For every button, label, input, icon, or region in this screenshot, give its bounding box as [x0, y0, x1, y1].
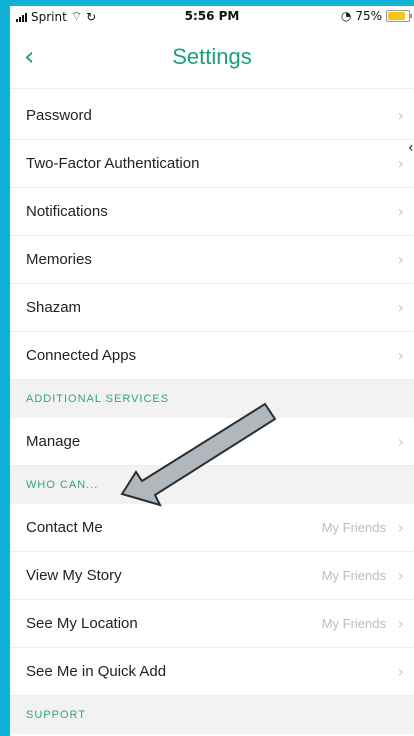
- settings-row-notifications[interactable]: Notifications ›: [10, 188, 414, 236]
- settings-row-view-my-story[interactable]: View My Story My Friends ›: [10, 552, 414, 600]
- alarm-icon: ◔: [340, 9, 352, 23]
- settings-list: Password › Two-Factor Authentication › N…: [10, 92, 414, 734]
- chevron-right-icon: ›: [397, 566, 404, 585]
- row-label: Manage: [26, 433, 81, 450]
- settings-row-memories[interactable]: Memories ›: [10, 236, 414, 284]
- settings-row-two-factor[interactable]: Two-Factor Authentication ›: [10, 140, 414, 188]
- section-header-who-can: WHO CAN...: [10, 466, 414, 504]
- chevron-right-icon: ›: [397, 202, 404, 221]
- chevron-right-icon: ›: [397, 346, 404, 365]
- row-label: Password: [26, 107, 92, 124]
- phone-screen: Sprint ⌔ ↻ 5:56 PM ◔ 75% ‹ Settings Pass…: [10, 6, 414, 736]
- status-bar: Sprint ⌔ ↻ 5:56 PM ◔ 75%: [10, 6, 414, 28]
- settings-row-manage[interactable]: Manage ›: [10, 418, 414, 466]
- section-header-additional-services: ADDITIONAL SERVICES: [10, 380, 414, 418]
- battery-icon: [386, 10, 412, 22]
- section-header-support: SUPPORT: [10, 696, 414, 734]
- row-label: Shazam: [26, 299, 82, 316]
- chevron-right-icon: ›: [397, 518, 404, 537]
- settings-row-contact-me[interactable]: Contact Me My Friends ›: [10, 504, 414, 552]
- chevron-right-icon: ›: [397, 298, 404, 317]
- row-label: Notifications: [26, 203, 108, 220]
- row-value: My Friends: [321, 568, 386, 583]
- row-value: My Friends: [321, 520, 386, 535]
- battery-percent: 75%: [355, 9, 382, 23]
- settings-row-connected-apps[interactable]: Connected Apps ›: [10, 332, 414, 380]
- row-label: Connected Apps: [26, 347, 137, 364]
- row-label: Two-Factor Authentication: [26, 155, 200, 172]
- row-label: View My Story: [26, 567, 122, 584]
- chevron-right-icon: ›: [397, 106, 404, 125]
- row-label: Contact Me: [26, 519, 103, 536]
- chevron-right-icon: ›: [397, 614, 404, 633]
- row-label: Memories: [26, 251, 92, 268]
- row-label: See Me in Quick Add: [26, 663, 167, 680]
- row-value: My Friends: [321, 616, 386, 631]
- chevron-right-icon: ›: [397, 662, 404, 681]
- settings-row-quick-add[interactable]: See Me in Quick Add ›: [10, 648, 414, 696]
- pointer-left-icon: ‹: [408, 140, 414, 156]
- status-right: ◔ 75%: [340, 9, 412, 23]
- settings-row-password[interactable]: Password ›: [10, 92, 414, 140]
- chevron-right-icon: ›: [397, 432, 404, 451]
- settings-row-shazam[interactable]: Shazam ›: [10, 284, 414, 332]
- nav-header: ‹ Settings: [10, 28, 414, 89]
- page-title: Settings: [172, 44, 252, 69]
- chevron-right-icon: ›: [397, 250, 404, 269]
- settings-row-see-my-location[interactable]: See My Location My Friends ›: [10, 600, 414, 648]
- chevron-right-icon: ›: [397, 154, 404, 173]
- row-label: See My Location: [26, 615, 138, 632]
